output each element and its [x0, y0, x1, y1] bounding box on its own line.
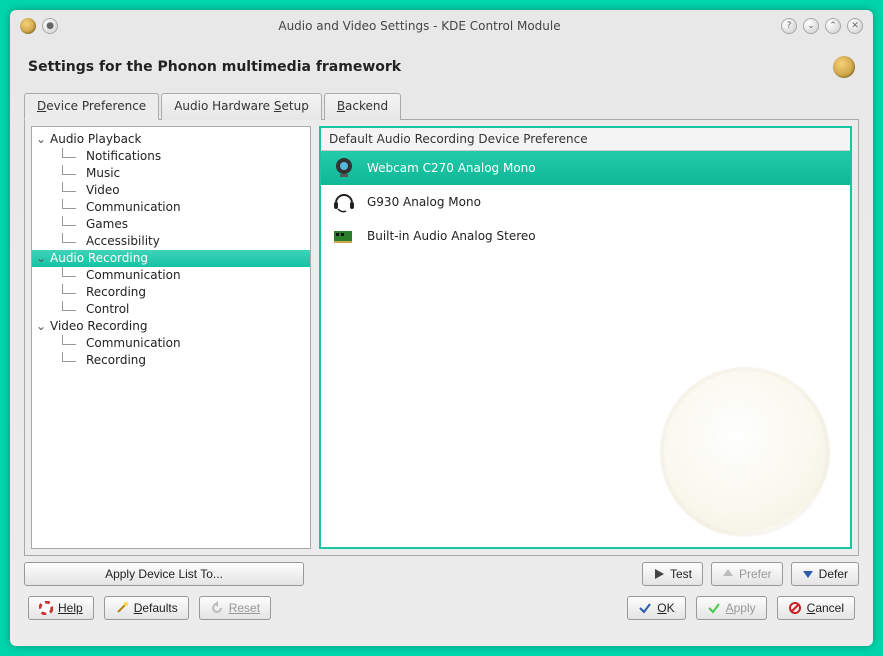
- arrow-down-icon: [802, 568, 814, 580]
- tree-item-label: Communication: [86, 200, 181, 214]
- tree-item[interactable]: Accessibility: [32, 233, 310, 250]
- tree-item-label: Audio Playback: [50, 132, 141, 146]
- prefer-button[interactable]: Prefer: [711, 562, 783, 586]
- check-icon: [707, 601, 721, 615]
- defaults-button[interactable]: Defaults: [104, 596, 189, 620]
- tab-1[interactable]: Audio Hardware Setup: [161, 93, 322, 120]
- tree-item-label: Communication: [86, 268, 181, 282]
- tree-item[interactable]: ⌄ Audio Playback: [32, 131, 310, 148]
- device-item[interactable]: Webcam C270 Analog Mono: [321, 151, 850, 185]
- menu-button[interactable]: ●: [42, 18, 58, 34]
- tree-item-label: Games: [86, 217, 128, 231]
- tree-item-label: Notifications: [86, 149, 161, 163]
- test-button[interactable]: Test: [642, 562, 703, 586]
- expand-icon: ⌄: [36, 131, 46, 148]
- window-title: Audio and Video Settings - KDE Control M…: [64, 19, 775, 33]
- tree-item-label: Music: [86, 166, 120, 180]
- tree-item[interactable]: Communication: [32, 199, 310, 216]
- tree-item-label: Video Recording: [50, 319, 147, 333]
- window: ● Audio and Video Settings - KDE Control…: [10, 10, 873, 646]
- tree-item-label: Accessibility: [86, 234, 160, 248]
- tree-item-label: Communication: [86, 336, 181, 350]
- help-button[interactable]: Help: [28, 596, 94, 620]
- check-icon: [638, 601, 652, 615]
- undo-icon: [210, 601, 224, 615]
- test-button-label: Test: [670, 567, 692, 581]
- tab-0[interactable]: Device Preference: [24, 93, 159, 120]
- tree-item[interactable]: Video: [32, 182, 310, 199]
- device-list-header: Default Audio Recording Device Preferenc…: [321, 128, 850, 151]
- tree-item[interactable]: Communication: [32, 335, 310, 352]
- device-item-label: G930 Analog Mono: [367, 195, 481, 209]
- play-icon: [653, 568, 665, 580]
- ok-button[interactable]: OK: [627, 596, 685, 620]
- speaker-icon: [833, 56, 855, 78]
- titlebar-minimize-button[interactable]: ⌄: [803, 18, 819, 34]
- reset-button[interactable]: Reset: [199, 596, 271, 620]
- category-tree[interactable]: ⌄ Audio Playback Notifications Music Video Co…: [31, 126, 311, 549]
- tree-item-label: Video: [86, 183, 120, 197]
- defer-button-label: Defer: [819, 567, 848, 581]
- expand-icon: ⌄: [36, 318, 46, 335]
- tree-item[interactable]: Control: [32, 301, 310, 318]
- arrow-up-icon: [722, 568, 734, 580]
- tree-item-label: Audio Recording: [50, 251, 148, 265]
- prefer-button-label: Prefer: [739, 567, 772, 581]
- tree-item[interactable]: Games: [32, 216, 310, 233]
- defer-button[interactable]: Defer: [791, 562, 859, 586]
- device-panel: Default Audio Recording Device Preferenc…: [319, 126, 852, 549]
- dialog-button-bar: Help Defaults Reset OK Apply: [24, 586, 859, 624]
- tab-body: ⌄ Audio Playback Notifications Music Video Co…: [24, 120, 859, 556]
- help-button-label: Help: [58, 601, 83, 615]
- titlebar-help-button[interactable]: ?: [781, 18, 797, 34]
- titlebar-maximize-button[interactable]: ⌃: [825, 18, 841, 34]
- device-item[interactable]: Built-in Audio Analog Stereo: [321, 219, 850, 253]
- webcam-icon: [331, 157, 357, 179]
- device-item-label: Webcam C270 Analog Mono: [367, 161, 536, 175]
- device-item-label: Built-in Audio Analog Stereo: [367, 229, 536, 243]
- soundcard-icon: [331, 225, 357, 247]
- device-list[interactable]: Webcam C270 Analog Mono G930 Analog Mono B…: [321, 151, 850, 547]
- tree-item-label: Recording: [86, 285, 146, 299]
- tree-item[interactable]: ⌄ Audio Recording: [32, 250, 310, 267]
- reset-button-label: Reset: [229, 601, 260, 615]
- tab-2[interactable]: Backend: [324, 93, 401, 120]
- lifebuoy-icon: [39, 601, 53, 615]
- cancel-button[interactable]: Cancel: [777, 596, 855, 620]
- tree-item[interactable]: Communication: [32, 267, 310, 284]
- tree-item[interactable]: ⌄ Video Recording: [32, 318, 310, 335]
- apply-device-list-to-button[interactable]: Apply Device List To...: [24, 562, 304, 586]
- tab-bar: Device PreferenceAudio Hardware SetupBac…: [24, 92, 859, 120]
- page-title: Settings for the Phonon multimedia frame…: [28, 59, 401, 75]
- speaker-watermark-icon: [660, 367, 830, 537]
- cancel-icon: [788, 601, 802, 615]
- app-icon: [20, 18, 36, 34]
- wand-icon: [115, 601, 129, 615]
- tree-item[interactable]: Notifications: [32, 148, 310, 165]
- tree-item-label: Control: [86, 302, 129, 316]
- headset-icon: [331, 191, 357, 213]
- apply-button[interactable]: Apply: [696, 596, 767, 620]
- expand-icon: ⌄: [36, 250, 46, 267]
- titlebar-close-button[interactable]: ✕: [847, 18, 863, 34]
- defaults-button-label: efaults: [142, 601, 177, 615]
- device-item[interactable]: G930 Analog Mono: [321, 185, 850, 219]
- tree-item[interactable]: Music: [32, 165, 310, 182]
- titlebar: ● Audio and Video Settings - KDE Control…: [10, 10, 873, 42]
- tree-item-label: Recording: [86, 353, 146, 367]
- tree-item[interactable]: Recording: [32, 352, 310, 369]
- tree-item[interactable]: Recording: [32, 284, 310, 301]
